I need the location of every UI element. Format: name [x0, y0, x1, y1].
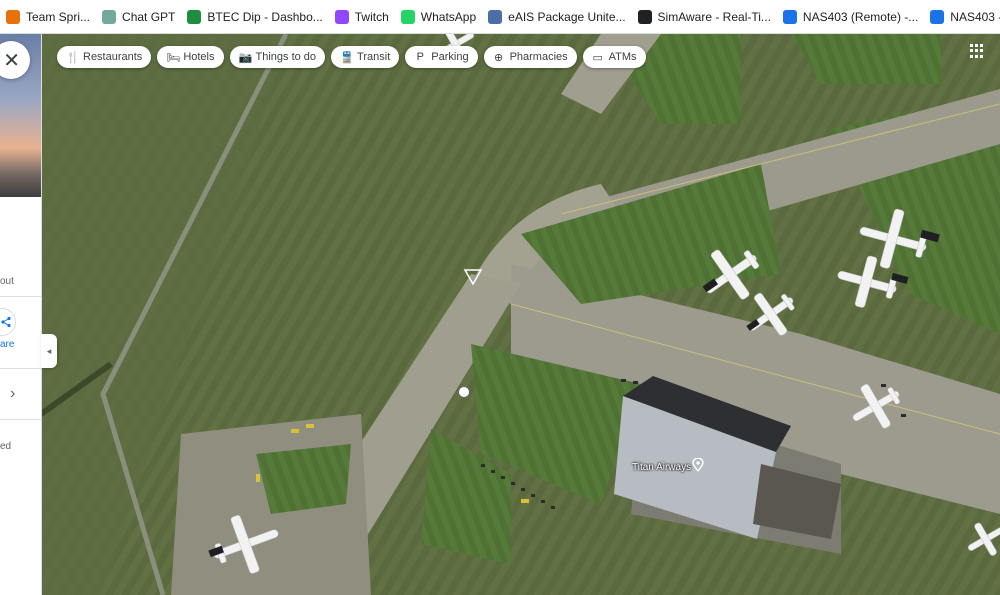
chip-pharmacies[interactable]: ⊕ Pharmacies: [483, 46, 577, 68]
place-label-titan-airways[interactable]: Titan Airways: [632, 462, 691, 473]
bookmark-label: eAIS Package Unite...: [508, 9, 626, 24]
restaurant-icon: 🍴: [66, 51, 80, 64]
side-panel-text-out: out: [0, 276, 14, 287]
bookmark-label: Twitch: [354, 9, 389, 24]
simaware-icon: [637, 9, 652, 24]
chip-label: ATMs: [608, 51, 637, 63]
chip-label: Pharmacies: [509, 51, 568, 63]
bookmark-item[interactable]: Team Spri...: [0, 5, 96, 29]
whatsapp-icon: [400, 9, 415, 24]
hotel-icon: 🛏: [166, 51, 181, 64]
bookmarks-bar: Team Spri... Chat GPT BTEC Dip - Dashbo...…: [0, 0, 1000, 34]
chip-restaurants[interactable]: 🍴 Restaurants: [57, 46, 152, 68]
side-panel-text-ed: ed: [0, 441, 12, 452]
bookmark-label: NAS403 (Remote) -...: [802, 9, 919, 24]
apps-grid-icon[interactable]: [970, 44, 984, 58]
map-pin-icon[interactable]: [458, 386, 470, 398]
chip-parking[interactable]: P Parking: [405, 46, 478, 68]
bookmark-label: SimAware - Real-Ti...: [657, 9, 771, 24]
titan-airways-pin-icon[interactable]: [692, 458, 704, 472]
chip-things-to-do[interactable]: 📷 Things to do: [229, 46, 326, 68]
divider: [0, 368, 41, 369]
dsm-icon: [930, 9, 945, 24]
transit-icon: 🚆: [340, 51, 354, 64]
bookmark-item[interactable]: WhatsApp: [395, 5, 482, 29]
chevron-right-icon[interactable]: ›: [10, 385, 15, 403]
share-label[interactable]: are: [0, 339, 14, 350]
camera-icon: 📷: [238, 51, 253, 64]
share-icon[interactable]: [0, 308, 16, 336]
chip-label: Hotels: [183, 51, 215, 63]
bookmark-label: Chat GPT: [122, 9, 176, 24]
bookmark-label: Team Spri...: [26, 9, 91, 24]
side-panel: ✕ out are › ed: [0, 34, 42, 595]
bookmark-label: NAS403 - Synology...: [950, 9, 1000, 24]
chatgpt-icon: [102, 9, 117, 24]
chip-transit[interactable]: 🚆 Transit: [331, 46, 400, 68]
dsm-icon: [782, 9, 797, 24]
bookmark-label: BTEC Dip - Dashbo...: [207, 9, 323, 24]
chip-label: Transit: [357, 51, 391, 63]
chip-label: Restaurants: [83, 51, 143, 63]
chip-hotels[interactable]: 🛏 Hotels: [157, 46, 224, 68]
bookmark-item[interactable]: SimAware - Real-Ti...: [632, 5, 777, 29]
chip-label: Parking: [431, 51, 469, 63]
btec-icon: [187, 9, 202, 24]
bookmark-item[interactable]: Chat GPT: [96, 5, 181, 29]
parking-icon: P: [416, 51, 424, 63]
satellite-map[interactable]: [41, 34, 1000, 595]
bookmark-label: WhatsApp: [420, 9, 477, 24]
collapse-panel-button[interactable]: ◂: [41, 334, 57, 368]
satellite-imagery: [41, 34, 1000, 595]
team-icon: [6, 9, 20, 24]
category-chips: 🍴 Restaurants 🛏 Hotels 📷 Things to do 🚆 Transit…: [57, 46, 646, 68]
bookmark-item[interactable]: NAS403 - Synology...: [924, 5, 1000, 29]
bookmark-item[interactable]: NAS403 (Remote) -...: [777, 5, 924, 29]
twitch-icon: [334, 9, 349, 24]
pharmacy-icon: ⊕: [493, 51, 504, 64]
bookmark-item[interactable]: eAIS Package Unite...: [482, 5, 631, 29]
bookmark-item[interactable]: Twitch: [329, 5, 395, 29]
divider: [0, 296, 41, 297]
chip-label: Things to do: [255, 51, 317, 63]
atm-icon: ▭: [592, 51, 603, 64]
collapse-left-icon: ◂: [46, 345, 52, 356]
close-icon: ✕: [3, 49, 20, 72]
bookmark-item[interactable]: BTEC Dip - Dashbo...: [181, 5, 328, 29]
chip-atms[interactable]: ▭ ATMs: [582, 46, 646, 68]
eais-icon: [488, 9, 503, 24]
divider: [0, 419, 41, 420]
